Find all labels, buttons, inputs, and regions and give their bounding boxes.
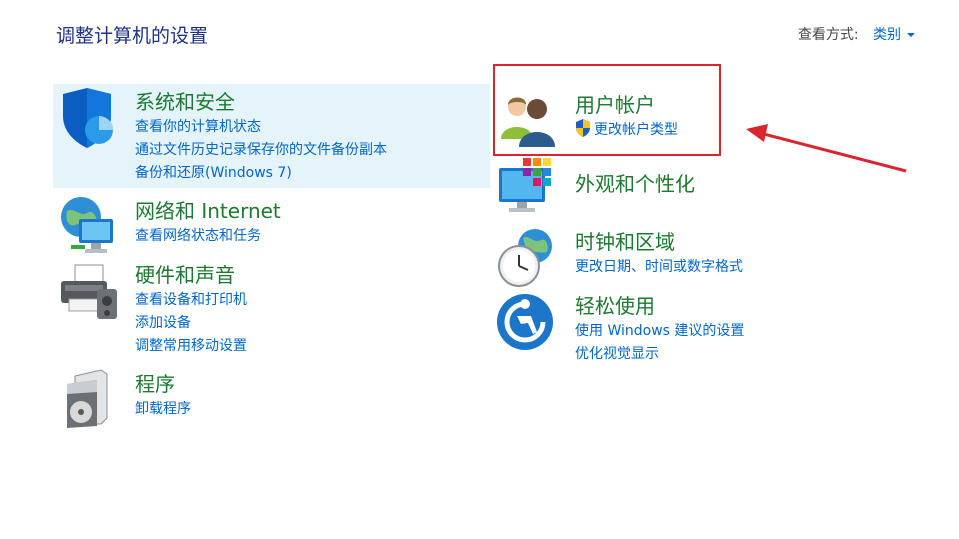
shield-icon — [57, 86, 121, 150]
chevron-down-icon[interactable] — [907, 33, 915, 37]
category-link[interactable]: 添加设备 — [135, 312, 247, 335]
category-link[interactable]: 查看设备和打印机 — [135, 289, 247, 312]
category-link[interactable]: 优化视觉显示 — [575, 343, 744, 366]
view-by-value[interactable]: 类别 — [873, 27, 901, 43]
category-clock-region[interactable]: 时钟和区域 更改日期、时间或数字格式 — [497, 226, 757, 287]
category-title[interactable]: 系统和安全 — [135, 86, 235, 115]
category-hardware-sound[interactable]: 硬件和声音 查看设备和打印机 添加设备 调整常用移动设置 — [57, 259, 487, 359]
category-link[interactable]: 备份和还原(Windows 7) — [135, 162, 387, 185]
view-by: 查看方式: 类别 — [798, 24, 915, 44]
category-title[interactable]: 程序 — [135, 368, 175, 397]
category-link[interactable]: 使用 Windows 建议的设置 — [575, 320, 744, 343]
category-link[interactable]: 调整常用移动设置 — [135, 335, 247, 358]
category-title[interactable]: 硬件和声音 — [135, 259, 235, 288]
highlight-box — [493, 64, 721, 156]
category-appearance[interactable]: 外观和个性化 — [497, 156, 717, 216]
programs-icon — [57, 368, 121, 432]
clock-globe-icon — [497, 226, 561, 290]
ease-of-access-icon — [497, 290, 561, 354]
category-title[interactable]: 时钟和区域 — [575, 226, 675, 255]
category-programs[interactable]: 程序 卸载程序 — [57, 368, 487, 428]
view-by-label: 查看方式: — [797, 27, 859, 43]
monitor-icon — [497, 156, 561, 220]
category-link[interactable]: 更改日期、时间或数字格式 — [575, 256, 743, 279]
category-network-internet[interactable]: 网络和 Internet 查看网络状态和任务 — [57, 195, 487, 255]
category-title[interactable]: 网络和 Internet — [135, 195, 281, 224]
network-icon — [57, 195, 121, 259]
category-system-security[interactable]: 系统和安全 查看你的计算机状态 通过文件历史记录保存你的文件备份副本 备份和还原… — [57, 86, 487, 186]
view-by-dropdown[interactable]: 类别 — [873, 27, 915, 43]
page-title: 调整计算机的设置 — [56, 25, 209, 47]
category-ease-of-access[interactable]: 轻松使用 使用 Windows 建议的设置 优化视觉显示 — [497, 290, 757, 370]
printer-icon — [57, 259, 121, 323]
category-link[interactable]: 查看网络状态和任务 — [135, 225, 261, 248]
category-title[interactable]: 外观和个性化 — [575, 168, 695, 197]
category-link[interactable]: 卸载程序 — [135, 398, 191, 421]
category-title[interactable]: 轻松使用 — [575, 290, 655, 319]
category-link[interactable]: 查看你的计算机状态 — [135, 116, 387, 139]
category-link[interactable]: 通过文件历史记录保存你的文件备份副本 — [135, 139, 387, 162]
